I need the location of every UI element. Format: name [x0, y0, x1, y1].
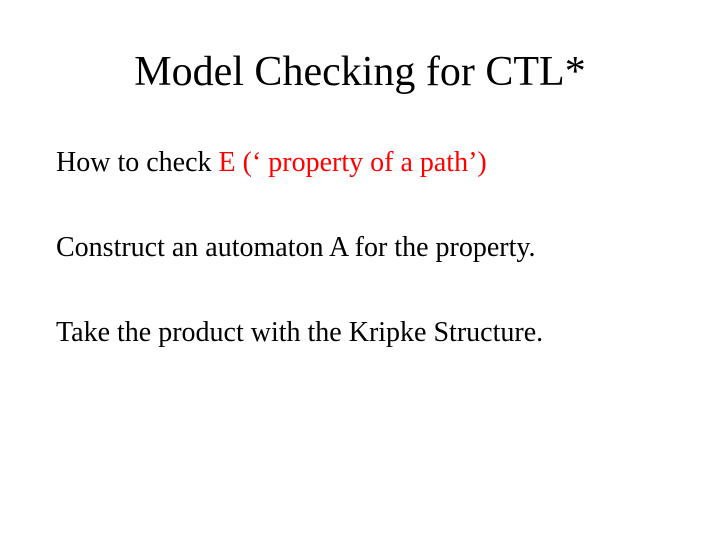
- slide: Model Checking for CTL* How to check E (…: [0, 0, 720, 540]
- body-line-3: Take the product with the Kripke Structu…: [56, 315, 664, 350]
- slide-title: Model Checking for CTL*: [0, 48, 720, 96]
- body-line-2: Construct an automaton A for the propert…: [56, 230, 664, 265]
- line1-text-b: E (‘ property of a path’): [219, 147, 487, 178]
- line1-text-a: How to check: [56, 147, 219, 178]
- slide-body: How to check E (‘ property of a path’) C…: [56, 145, 664, 350]
- body-line-1: How to check E (‘ property of a path’): [56, 145, 664, 180]
